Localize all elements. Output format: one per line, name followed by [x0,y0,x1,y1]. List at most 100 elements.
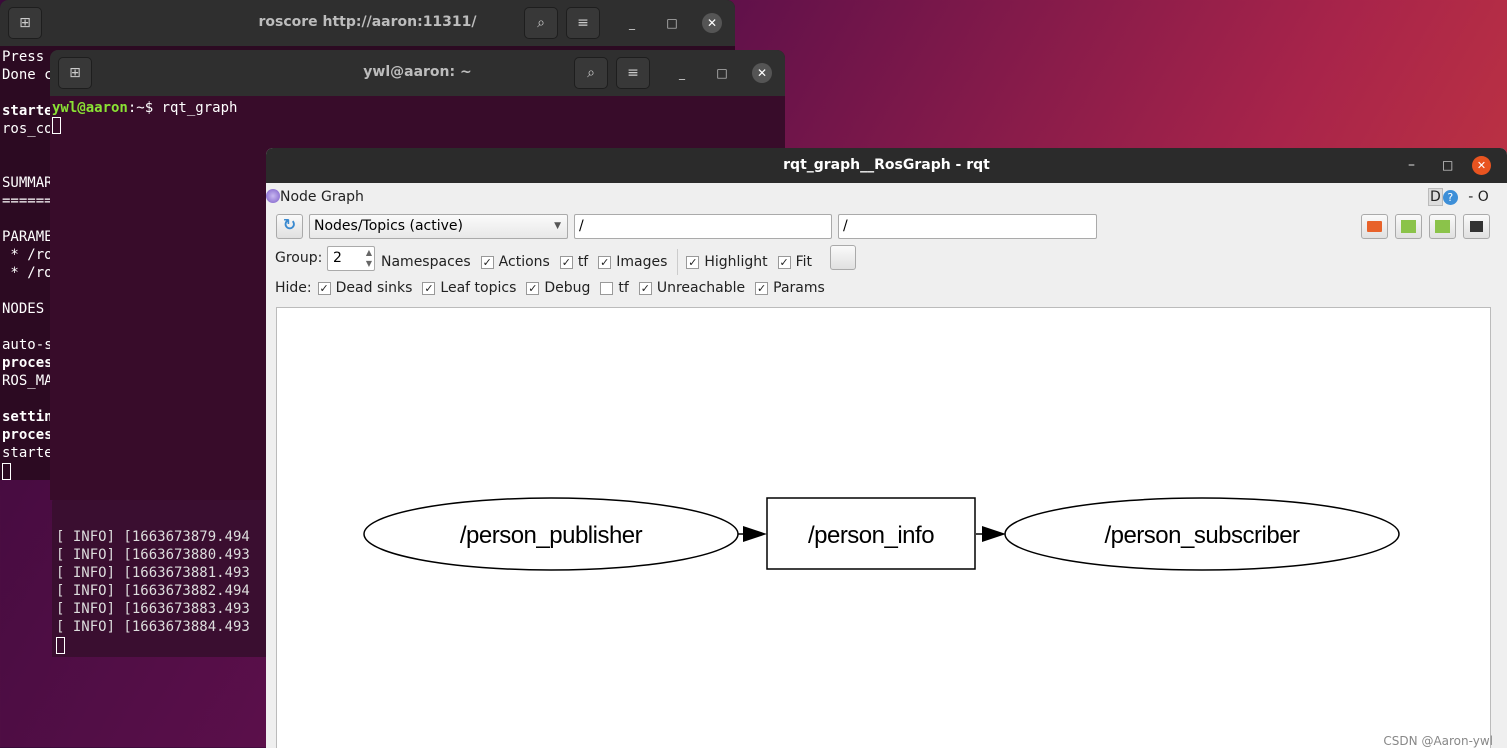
prompt-user: ywl@aaron [52,100,128,116]
plugin-corner-controls: D? - O [1428,188,1489,206]
log-output: [ INFO] [1663673879.494 [ INFO] [16636738… [56,528,250,636]
mode-select-value: Nodes/Topics (active) [314,218,463,234]
terminal-line: PARAME [2,229,53,245]
namespace-filter-input[interactable]: / [574,214,832,239]
separator [677,249,679,275]
checkbox-dead-sinks[interactable]: ✓ Dead sinks [317,280,413,296]
checkbox-label: Highlight [704,254,768,270]
titlebar[interactable]: ⊞ ywl@aaron: ~ ⌕ ≡ _ □ ✕ [50,50,785,96]
terminal-line: Done c [2,67,53,83]
ros-graph[interactable]: /person_publisher/person_info/person_sub… [277,308,1492,748]
terminal-line: ros_co [2,121,53,137]
open-folder-icon[interactable] [1361,214,1388,239]
checkbox-label: Actions [498,254,550,270]
titlebar[interactable]: ⊞ roscore http://aaron:11311/ ⌕ ≡ _ □ ✕ [0,0,735,46]
checkbox[interactable]: ✓ [559,255,573,269]
terminal-line: auto-s [2,337,53,353]
checkbox-highlight[interactable]: ✓ Highlight [686,254,768,270]
minimize-button[interactable]: _ [622,13,642,33]
terminal-line: SUMMAR [2,175,53,191]
checkbox-label: Debug [544,280,591,296]
topic-label: /person_info [808,522,934,549]
checkbox[interactable]: ✓ [480,255,494,269]
save-dot-icon[interactable] [1395,214,1422,239]
terminal-line: proces [2,355,53,371]
log-line: [ INFO] [1663673884.493 [56,619,250,635]
dock-button[interactable]: D [1428,188,1443,206]
terminal-line: settin [2,409,53,425]
mode-select[interactable]: Nodes/Topics (active) ▼ [309,214,568,239]
terminal-line: starte [2,103,53,119]
topic-filter-input[interactable]: / [838,214,1097,239]
checkbox[interactable]: ✓ [777,255,791,269]
menu-icon[interactable]: ≡ [566,7,600,39]
checkbox[interactable]: ✓ [422,281,436,295]
minimize-button[interactable]: _ [672,63,692,83]
prompt-path: :~$ [127,100,162,116]
menu-icon[interactable]: ≡ [616,57,650,89]
terminal-line: ROS_MA [2,373,53,389]
checkbox[interactable]: ✓ [638,281,652,295]
close-button[interactable]: ✕ [702,13,722,33]
refresh-icon[interactable]: ↻ [276,214,303,239]
close-button[interactable]: ✕ [1472,156,1491,175]
screenshot-icon[interactable] [1463,214,1490,239]
hide-label: Hide: [275,280,312,296]
checkbox-debug[interactable]: ✓ Debug [526,280,590,296]
close-plugin-button[interactable]: - O [1468,189,1489,205]
filter-value: / [843,218,848,234]
checkbox-actions[interactable]: ✓ Actions [480,254,550,270]
checkbox[interactable]: ✓ [686,255,700,269]
checkbox-params[interactable]: ✓ Params [755,280,825,296]
checkbox-label: Namespaces [381,254,471,270]
checkbox[interactable]: ✓ [317,281,331,295]
edge-arrowhead[interactable] [743,526,767,542]
maximize-button[interactable]: □ [1442,148,1453,183]
group-spinbox[interactable]: 2 ▲ ▼ [327,246,375,271]
checkbox-label: Leaf topics [440,280,517,296]
watermark: CSDN @Aaron-ywl [1383,734,1493,748]
checkbox-label: Dead sinks [335,280,413,296]
checkbox-unreachable[interactable]: ✓ Unreachable [638,280,745,296]
prompt-line: ywl@aaron:~$ rqt_graph [52,99,237,117]
checkbox-images[interactable]: ✓ Images [598,254,667,270]
rqt-window[interactable]: rqt_graph__RosGraph - rqt – □ ✕ Node Gra… [266,148,1507,748]
edge-arrowhead[interactable] [982,526,1006,542]
node-label: /person_subscriber [1104,522,1300,549]
checkbox-label: Images [616,254,668,270]
plugin-title: Node Graph [280,189,364,205]
checkbox-label: Params [773,280,825,296]
log-line: [ INFO] [1663673882.494 [56,583,250,599]
checkbox-fit[interactable]: ✓ Fit [777,254,812,270]
cursor [2,463,11,480]
maximize-button[interactable]: □ [712,63,732,83]
search-icon[interactable]: ⌕ [574,57,608,89]
checkbox-tf[interactable]: tf [600,280,629,296]
titlebar[interactable]: rqt_graph__RosGraph - rqt – □ ✕ [266,148,1507,183]
help-icon[interactable]: ? [1442,190,1458,205]
log-terminal-window[interactable]: [ INFO] [1663673879.494 [ INFO] [16636738… [52,495,272,657]
checkbox[interactable]: ✓ [755,281,769,295]
checkbox-tf[interactable]: ✓ tf [559,254,588,270]
minimize-button[interactable]: – [1408,148,1415,183]
checkbox[interactable]: ✓ [526,281,540,295]
group-value: 2 [333,250,342,266]
checkbox[interactable] [600,281,614,295]
cursor [56,637,65,654]
maximize-button[interactable]: □ [662,13,682,33]
close-button[interactable]: ✕ [752,63,772,83]
search-icon[interactable]: ⌕ [524,7,558,39]
spin-arrows-icon[interactable]: ▲ ▼ [366,247,372,269]
graph-canvas[interactable]: /person_publisher/person_info/person_sub… [276,307,1493,748]
fit-view-icon[interactable] [830,245,856,270]
checkbox-namespaces[interactable]: Namespaces [381,254,471,270]
checkbox[interactable]: ✓ [598,255,612,269]
node-graph-icon [266,189,280,203]
save-image-icon[interactable] [1429,214,1456,239]
checkbox-leaf-topics[interactable]: ✓ Leaf topics [422,280,516,296]
